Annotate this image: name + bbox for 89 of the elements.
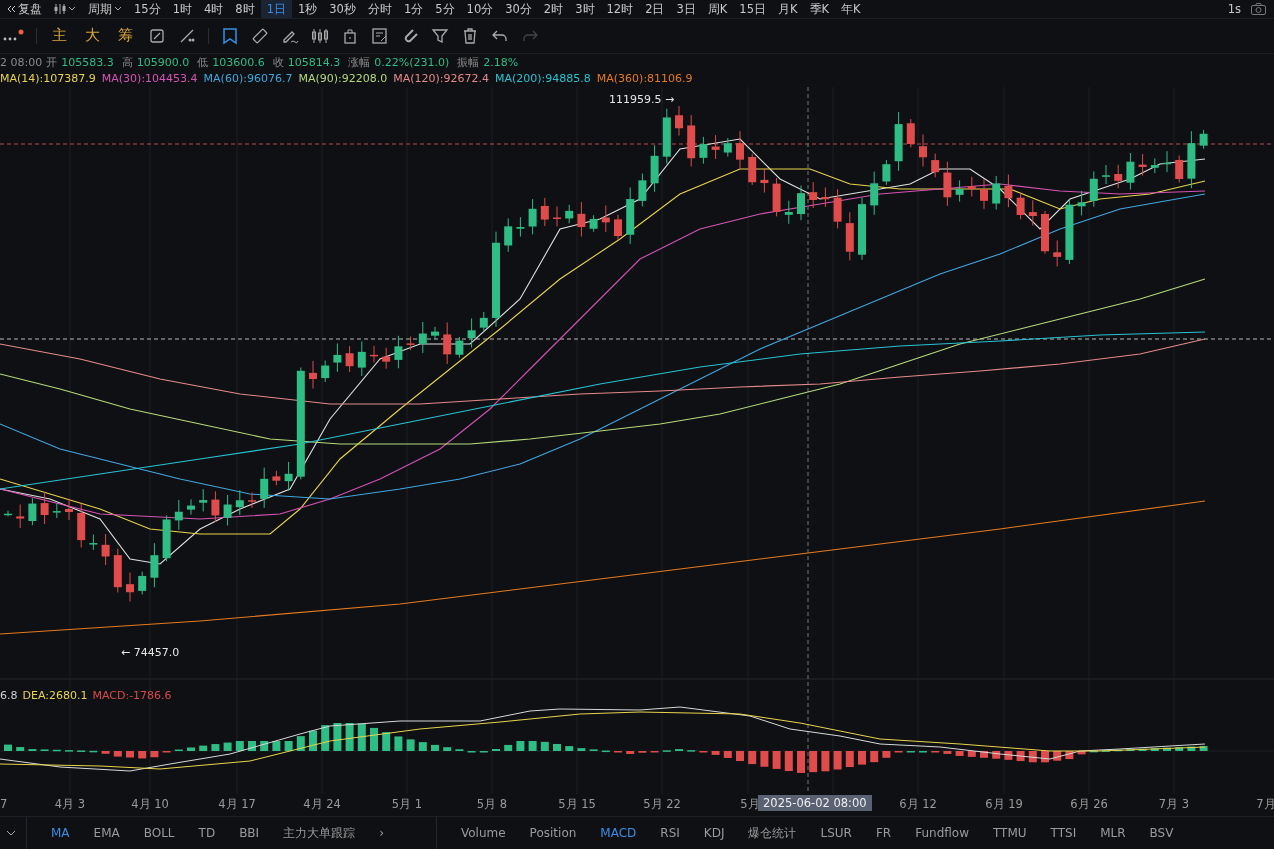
- period-tab[interactable]: 8时: [229, 0, 261, 18]
- indicator-tab[interactable]: TTMU: [980, 826, 1039, 840]
- date-axis-label: 4月 3: [54, 797, 86, 813]
- overlay-toggle[interactable]: 主: [49, 26, 70, 46]
- date-axis-label: 6月 26: [1070, 797, 1108, 813]
- indicator-tab[interactable]: 爆仓统计: [736, 824, 809, 842]
- indicator-tab[interactable]: FR: [863, 826, 904, 840]
- indicator-tab[interactable]: RSI: [648, 826, 692, 840]
- period-tab[interactable]: 15日: [733, 0, 772, 18]
- period-tab[interactable]: 4时: [197, 0, 230, 18]
- candle-time: 2 08:00: [0, 55, 43, 69]
- ohlc-value: 105583.3: [61, 55, 114, 69]
- date-axis-label: 5月 1: [391, 797, 423, 813]
- period-tab[interactable]: 季K: [803, 0, 836, 18]
- high-price-marker: 111959.5 →: [609, 93, 675, 107]
- replay-button[interactable]: 复盘: [0, 0, 48, 18]
- date-axis-label: 6月 12: [899, 797, 937, 813]
- indicator-tab[interactable]: BSV: [1137, 826, 1186, 840]
- period-tab[interactable]: 30分: [499, 0, 538, 18]
- period-tab[interactable]: 年K: [835, 0, 867, 18]
- indicator-tab[interactable]: Fundflow: [903, 826, 981, 840]
- date-axis-label: 7: [0, 797, 8, 812]
- overlay-toggle[interactable]: 大: [82, 26, 103, 46]
- indicator-tab[interactable]: 主力大单跟踪: [271, 824, 368, 842]
- period-tab[interactable]: 10分: [460, 0, 500, 18]
- ma-legend-text: MA(360):81106.9: [596, 72, 693, 86]
- ohlc-value: 105900.0: [136, 55, 190, 69]
- date-axis-label: 6月 19: [985, 797, 1023, 813]
- macd-legend-text: DEA:2680.1: [22, 689, 88, 703]
- ma-legend-text: MA(200):94885.8: [495, 72, 591, 86]
- ma-legend-text: MA(30):104453.4: [101, 72, 198, 86]
- ohlc-label: 低: [197, 54, 209, 70]
- indicator-tab[interactable]: MACD: [588, 826, 649, 840]
- date-axis-label: 5月 8: [476, 797, 508, 813]
- period-tab[interactable]: 1秒: [291, 0, 324, 18]
- indicator-tab[interactable]: MLR: [1088, 826, 1138, 840]
- ohlc-label: 高: [121, 54, 133, 70]
- ohlc-label: 振幅: [457, 54, 480, 70]
- date-axis-label: 7月: [1256, 797, 1274, 813]
- period-tab[interactable]: 1时: [166, 0, 198, 18]
- interval-label: 1s: [1226, 1, 1242, 18]
- ohlc-label: 收: [272, 54, 284, 70]
- macd-legend-text: 6.8: [0, 689, 18, 703]
- date-axis-label: 4月 24: [303, 797, 341, 813]
- ohlc-value: 2.18%: [483, 55, 519, 69]
- period-tab[interactable]: 分时: [361, 0, 398, 18]
- period-tab[interactable]: 月K: [772, 0, 804, 18]
- ma-legend-text: MA(60):96076.7: [203, 72, 293, 86]
- period-dropdown[interactable]: 周期: [82, 0, 128, 18]
- low-price-marker: ← 74457.0: [121, 646, 180, 660]
- ohlc-value: 0.22%(231.0): [374, 55, 450, 69]
- ohlc-label: 开: [46, 54, 58, 70]
- indicator-tab[interactable]: TTSI: [1038, 826, 1089, 840]
- indicator-tab[interactable]: Position: [517, 826, 589, 840]
- date-axis-label: 4月 17: [218, 797, 256, 813]
- period-tab[interactable]: 5分: [429, 0, 461, 18]
- ma-legend-text: MA(14):107387.9: [0, 72, 96, 86]
- period-tab[interactable]: 3日: [670, 0, 702, 18]
- period-tab[interactable]: 1日: [260, 0, 292, 18]
- more-indicators-button[interactable]: ›: [367, 826, 396, 840]
- indicator-tab[interactable]: KDJ: [691, 826, 737, 840]
- crosshair-date-label: 2025-06-02 08:00: [758, 795, 872, 812]
- date-axis-label: 4月 10: [131, 797, 169, 813]
- date-axis-label: 5月: [740, 797, 760, 813]
- ohlc-value: 105814.3: [287, 55, 341, 69]
- indicator-tab[interactable]: BBI: [227, 826, 272, 840]
- date-axis-label: 5月 22: [643, 797, 681, 813]
- period-tab[interactable]: 30秒: [323, 0, 362, 18]
- indicator-tab[interactable]: BOLL: [131, 826, 187, 840]
- period-tab[interactable]: 周K: [701, 0, 734, 18]
- indicator-tab[interactable]: TD: [186, 826, 228, 840]
- overlay-toggle[interactable]: 筹: [115, 26, 136, 46]
- period-tab[interactable]: 2日: [639, 0, 671, 18]
- date-axis-label: 5月 15: [558, 797, 596, 813]
- ohlc-label: 涨幅: [348, 54, 371, 70]
- indicator-tab[interactable]: LSUR: [808, 826, 864, 840]
- indicator-tab[interactable]: MA: [39, 826, 82, 840]
- period-tab[interactable]: 3时: [569, 0, 601, 18]
- indicator-tab[interactable]: Volume: [448, 826, 518, 840]
- period-tab[interactable]: 1分: [397, 0, 430, 18]
- date-axis-label: 7月 3: [1158, 797, 1190, 813]
- indicator-tab[interactable]: EMA: [81, 826, 132, 840]
- period-tab[interactable]: 15分: [128, 0, 167, 18]
- period-tab[interactable]: 12时: [600, 0, 640, 18]
- ohlc-value: 103600.6: [212, 55, 265, 69]
- ma-legend-text: MA(120):92672.4: [393, 72, 489, 86]
- macd-legend-text: MACD:-1786.6: [92, 689, 172, 703]
- period-tab[interactable]: 2时: [537, 0, 570, 18]
- ma-legend-text: MA(90):92208.0: [298, 72, 388, 86]
